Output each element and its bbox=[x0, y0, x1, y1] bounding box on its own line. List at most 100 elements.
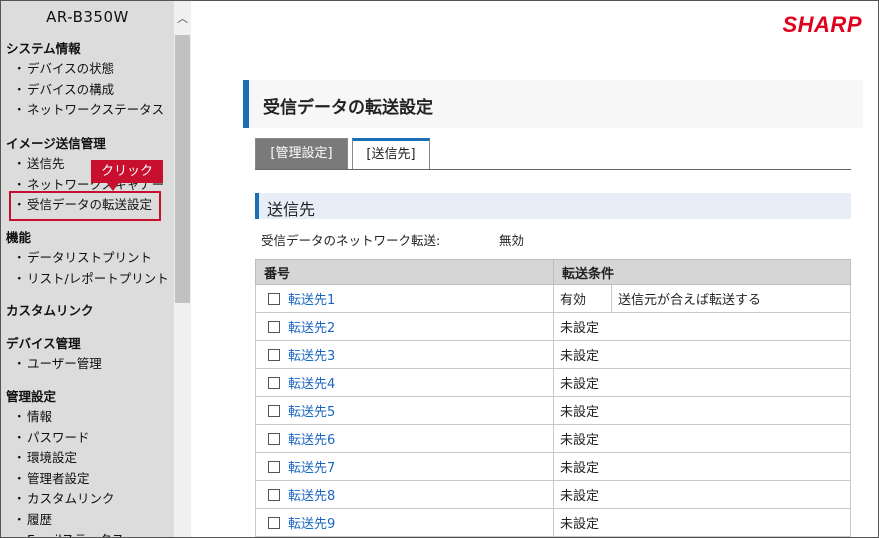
row-checkbox[interactable] bbox=[268, 404, 280, 417]
destination-cell: 転送先2 bbox=[255, 312, 554, 341]
sidebar-item-label: 環境設定 bbox=[27, 450, 78, 465]
sidebar-item-label: Emailステータス bbox=[27, 532, 124, 537]
header-condition: 転送条件 bbox=[553, 259, 851, 285]
sidebar-item-label: 履歴 bbox=[27, 511, 53, 527]
status-cell: 未設定 bbox=[553, 508, 851, 537]
status-cell: 未設定 bbox=[553, 312, 851, 341]
sidebar-item[interactable]: ・履歴 bbox=[1, 510, 52, 531]
section-header: 送信先 bbox=[255, 193, 851, 219]
sidebar-item-label: パスワード bbox=[27, 429, 90, 445]
sidebar-item[interactable]: ・デバイスの構成 bbox=[1, 80, 114, 101]
sidebar-item[interactable]: ・パスワード bbox=[1, 428, 90, 449]
bullet-dot-icon: ・ bbox=[13, 270, 26, 286]
status-cell: 未設定 bbox=[553, 368, 851, 397]
sidebar-section-title: カスタムリンク bbox=[6, 303, 94, 318]
bullet-dot-icon: ・ bbox=[13, 356, 26, 371]
tab-destination[interactable]: [送信先] bbox=[352, 138, 430, 170]
sidebar: AR-B350W システム情報 ・デバイスの状態 ・デバイスの構成 ・ネットワークステ… bbox=[1, 1, 174, 537]
sidebar-item[interactable]: ・カスタムリンク bbox=[1, 489, 115, 510]
destination-cell: 転送先1 bbox=[255, 284, 554, 313]
bullet-dot-icon: ・ bbox=[13, 470, 26, 486]
destination-link[interactable]: 転送先6 bbox=[288, 433, 335, 448]
bullet-dot-icon: ・ bbox=[13, 491, 26, 506]
tab-divider bbox=[255, 169, 851, 170]
sidebar-item-label: 管理者設定 bbox=[27, 470, 90, 486]
destination-link[interactable]: 転送先2 bbox=[288, 321, 335, 336]
row-checkbox[interactable] bbox=[268, 432, 280, 445]
sidebar-item[interactable]: ・ユーザー管理 bbox=[1, 354, 102, 375]
section-title: 送信先 bbox=[267, 200, 316, 219]
sidebar-item[interactable]: ・データリストプリント bbox=[1, 248, 152, 269]
destination-cell: 転送先5 bbox=[255, 396, 554, 425]
sidebar-item[interactable]: ・管理者設定 bbox=[1, 469, 90, 490]
row-checkbox[interactable] bbox=[268, 516, 280, 529]
table-row: 転送先5 未設定 bbox=[255, 396, 851, 425]
sidebar-item-label: ネットワークステータス bbox=[27, 102, 165, 117]
status-cell: 未設定 bbox=[553, 424, 851, 453]
destination-link[interactable]: 転送先1 bbox=[288, 293, 335, 308]
tab-admin-settings[interactable]: [管理設定] bbox=[255, 138, 348, 170]
destination-cell: 転送先9 bbox=[255, 508, 554, 537]
sidebar-item[interactable]: ・Emailステータス bbox=[1, 530, 124, 537]
row-checkbox[interactable] bbox=[268, 376, 280, 389]
sidebar-section-title: 管理設定 bbox=[6, 389, 57, 404]
table-row: 転送先7 未設定 bbox=[255, 452, 851, 481]
main-content: SHARP 受信データの転送設定 [管理設定] [送信先] 送信先 受信データの… bbox=[191, 1, 878, 537]
destination-link[interactable]: 転送先5 bbox=[288, 405, 335, 420]
bullet-dot-icon: ・ bbox=[13, 156, 26, 171]
sidebar-item-label: ユーザー管理 bbox=[27, 356, 102, 371]
forward-label: 受信データのネットワーク転送: bbox=[261, 233, 441, 248]
destination-link[interactable]: 転送先8 bbox=[288, 489, 335, 504]
table-row: 転送先6 未設定 bbox=[255, 424, 851, 453]
destination-link[interactable]: 転送先7 bbox=[288, 461, 335, 476]
table-row: 転送先2 未設定 bbox=[255, 312, 851, 341]
scroll-thumb[interactable] bbox=[175, 35, 190, 303]
row-checkbox[interactable] bbox=[268, 488, 280, 501]
bullet-dot-icon: ・ bbox=[13, 102, 26, 117]
destination-link[interactable]: 転送先3 bbox=[288, 349, 335, 364]
browser-frame: AR-B350W システム情報 ・デバイスの状態 ・デバイスの構成 ・ネットワークステ… bbox=[0, 0, 879, 538]
sidebar-item-label: データリストプリント bbox=[27, 250, 153, 265]
sidebar-item[interactable]: ・環境設定 bbox=[1, 448, 77, 469]
status-cell: 未設定 bbox=[553, 396, 851, 425]
destination-link[interactable]: 転送先4 bbox=[288, 377, 335, 392]
bullet-dot-icon: ・ bbox=[13, 450, 26, 465]
status-cell: 有効 bbox=[553, 284, 612, 313]
click-callout: クリック bbox=[91, 160, 163, 191]
table-row: 転送先4 未設定 bbox=[255, 368, 851, 397]
scroll-up-arrow-icon[interactable]: ︿ bbox=[174, 11, 191, 27]
sidebar-item[interactable]: ・ネットワークステータス bbox=[1, 100, 164, 121]
destination-cell: 転送先7 bbox=[255, 452, 554, 481]
sidebar-item[interactable]: ・リスト/レポートプリント bbox=[1, 269, 169, 290]
sharp-logo: SHARP bbox=[782, 12, 862, 37]
sidebar-item-label: 送信先 bbox=[27, 156, 65, 171]
sidebar-item[interactable]: ・情報 bbox=[1, 407, 52, 428]
sidebar-scrollbar[interactable]: ︿ bbox=[174, 1, 191, 537]
row-checkbox[interactable] bbox=[268, 348, 280, 361]
sidebar-menu: システム情報 ・デバイスの状態 ・デバイスの構成 ・ネットワークステータス イメージ送信… bbox=[1, 1, 174, 537]
status-cell: 未設定 bbox=[553, 340, 851, 369]
page-header: 受信データの転送設定 bbox=[243, 80, 863, 128]
table-row: 転送先1 有効 送信元が合えば転送する bbox=[255, 284, 851, 313]
page-title: 受信データの転送設定 bbox=[263, 98, 433, 118]
sidebar-item-label: リスト/レポートプリント bbox=[27, 270, 169, 286]
destination-cell: 転送先3 bbox=[255, 340, 554, 369]
status-cell: 未設定 bbox=[553, 452, 851, 481]
bullet-dot-icon: ・ bbox=[13, 81, 26, 97]
sidebar-section-title: システム情報 bbox=[6, 41, 81, 56]
destination-link[interactable]: 転送先9 bbox=[288, 517, 335, 532]
sidebar-item-label: デバイスの構成 bbox=[27, 81, 115, 97]
sidebar-item[interactable]: ・デバイスの状態 bbox=[1, 59, 114, 80]
row-checkbox[interactable] bbox=[268, 320, 280, 333]
bullet-dot-icon: ・ bbox=[13, 530, 27, 537]
destination-cell: 転送先6 bbox=[255, 424, 554, 453]
row-checkbox[interactable] bbox=[268, 292, 280, 305]
bullet-dot-icon: ・ bbox=[13, 250, 26, 265]
sidebar-item-label: 情報 bbox=[27, 409, 53, 424]
row-checkbox[interactable] bbox=[268, 460, 280, 473]
table-row: 転送先8 未設定 bbox=[255, 480, 851, 509]
sidebar-item-label: カスタムリンク bbox=[27, 491, 115, 506]
condition-cell: 送信元が合えば転送する bbox=[611, 284, 851, 313]
sidebar-section-title: 機能 bbox=[6, 230, 32, 245]
sidebar-item[interactable]: ・送信先 bbox=[1, 154, 65, 175]
